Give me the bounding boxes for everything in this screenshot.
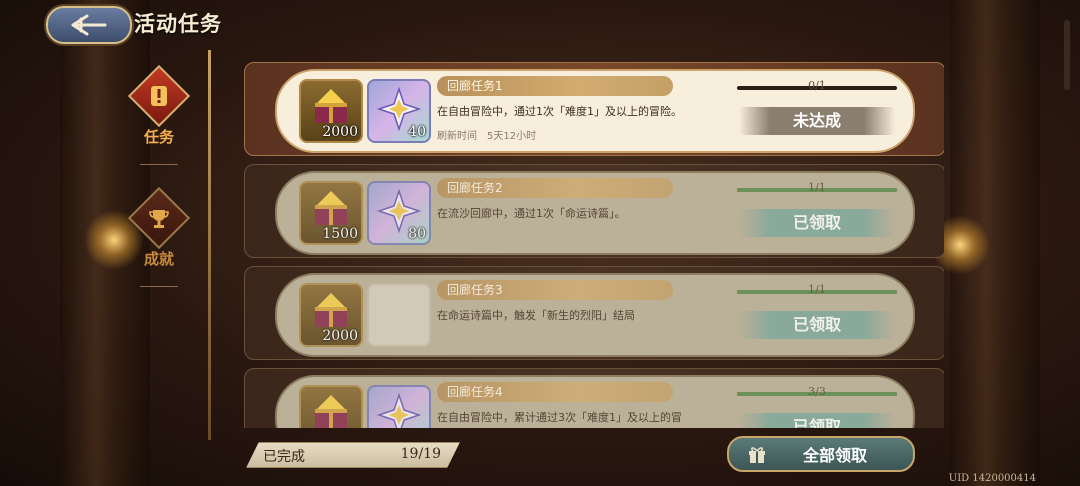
- sidebar-item-label: 成就: [143, 250, 174, 268]
- refresh-label: 刷新时间: [437, 131, 477, 142]
- quest-card: 回廊任务4 在自由冒险中，累计通过3次「难度1」及以上的冒 3/3 已领取: [275, 375, 915, 428]
- tasks-tab-badge: [127, 64, 191, 128]
- progress-text: 1/1: [808, 283, 826, 296]
- sidebar-item-achievements[interactable]: 成就: [127, 186, 191, 269]
- quest-name: 回廊任务4: [437, 382, 673, 402]
- quest-name: 回廊任务1: [437, 76, 673, 96]
- quest-row: 1500 80 回廊任务2 在流沙回廊中，通过1次「命运诗篇」。 1/1 已领取: [244, 164, 944, 258]
- completed-counter: 已完成 19/19: [246, 442, 460, 468]
- progress-text: 0/1: [808, 79, 826, 92]
- gold-chest-icon: [315, 191, 347, 225]
- empty-reward-slot: [367, 283, 431, 347]
- page-title: 活动任务: [134, 12, 222, 36]
- reward-item[interactable]: 1500: [299, 181, 363, 245]
- status-claimed: 已领取: [739, 413, 895, 428]
- quest-card: 1500 80 回廊任务2 在流沙回廊中，通过1次「命运诗篇」。 1/1 已领取: [275, 171, 915, 255]
- reward-item[interactable]: 2000: [299, 283, 363, 347]
- star-crystal-icon: [376, 392, 422, 428]
- claim-all-label: 全部领取: [802, 446, 867, 465]
- quest-description: 在自由冒险中，累计通过3次「难度1」及以上的冒: [437, 411, 682, 424]
- reward-count: 2000: [322, 124, 358, 140]
- progress-text: 1/1: [808, 181, 826, 194]
- status-claimed: 已领取: [739, 209, 895, 237]
- reward-count: 40: [408, 124, 426, 140]
- refresh-time: 刷新时间 5天12小时: [437, 127, 546, 142]
- quest-card: 2000 回廊任务3 在命运诗篇中，触发「新生的烈阳」结局 1/1 已领取: [275, 273, 915, 357]
- reward-count: 80: [408, 226, 426, 242]
- quest-row: 2000 40 回廊任务1 在自由冒险中，通过1次「难度1」及以上的冒险。 刷新…: [244, 62, 944, 156]
- user-id: UID 1420000414: [948, 473, 1036, 484]
- sidebar-item-label: 任务: [143, 128, 174, 146]
- reward-item[interactable]: 2000: [299, 79, 363, 143]
- quest-list[interactable]: 2000 40 回廊任务1 在自由冒险中，通过1次「难度1」及以上的冒险。 刷新…: [244, 62, 944, 428]
- gold-chest-icon: [315, 395, 347, 428]
- reward-item[interactable]: 40: [367, 79, 431, 143]
- scroll-knob[interactable]: [1064, 20, 1070, 90]
- quest-progress: 1/1: [737, 283, 897, 296]
- quest-description: 在流沙回廊中，通过1次「命运诗篇」。: [437, 207, 626, 220]
- sidebar-separator: [140, 286, 178, 287]
- status-not-achieved: 未达成: [739, 107, 895, 135]
- claim-all-button[interactable]: 全部领取: [727, 436, 915, 472]
- reward-count: 1500: [322, 226, 358, 242]
- sidebar-divider: [208, 50, 211, 440]
- quest-name: 回廊任务3: [437, 280, 673, 300]
- trophy-icon: [149, 210, 169, 228]
- reward-item[interactable]: [367, 385, 431, 428]
- quest-name: 回廊任务2: [437, 178, 673, 198]
- back-button[interactable]: [46, 6, 132, 44]
- achievements-tab-badge: [127, 186, 191, 250]
- gift-icon: [749, 447, 765, 463]
- reward-count: 2000: [322, 328, 358, 344]
- status-claimed: 已领取: [739, 311, 895, 339]
- quest-description: 在自由冒险中，通过1次「难度1」及以上的冒险。: [437, 105, 682, 118]
- sidebar-separator: [140, 164, 178, 165]
- sidebar-item-tasks[interactable]: 任务: [127, 64, 191, 147]
- completed-label: 已完成: [263, 449, 305, 465]
- back-arrow-icon: [71, 14, 107, 36]
- gold-chest-icon: [315, 89, 347, 123]
- exclamation-icon: [151, 86, 167, 106]
- refresh-value: 5天12小时: [487, 131, 537, 142]
- quest-row: 2000 回廊任务3 在命运诗篇中，触发「新生的烈阳」结局 1/1 已领取: [244, 266, 944, 360]
- quest-row: 回廊任务4 在自由冒险中，累计通过3次「难度1」及以上的冒 3/3 已领取: [244, 368, 944, 428]
- reward-item[interactable]: [299, 385, 363, 428]
- quest-progress: 1/1: [737, 181, 897, 194]
- quest-progress: 0/1: [737, 79, 897, 92]
- reward-item[interactable]: 80: [367, 181, 431, 245]
- quest-progress: 3/3: [737, 385, 897, 398]
- quest-card: 2000 40 回廊任务1 在自由冒险中，通过1次「难度1」及以上的冒险。 刷新…: [275, 69, 915, 153]
- completed-value: 19/19: [400, 446, 441, 462]
- quest-description: 在命运诗篇中，触发「新生的烈阳」结局: [437, 309, 635, 322]
- gold-chest-icon: [315, 293, 347, 327]
- progress-text: 3/3: [808, 385, 826, 398]
